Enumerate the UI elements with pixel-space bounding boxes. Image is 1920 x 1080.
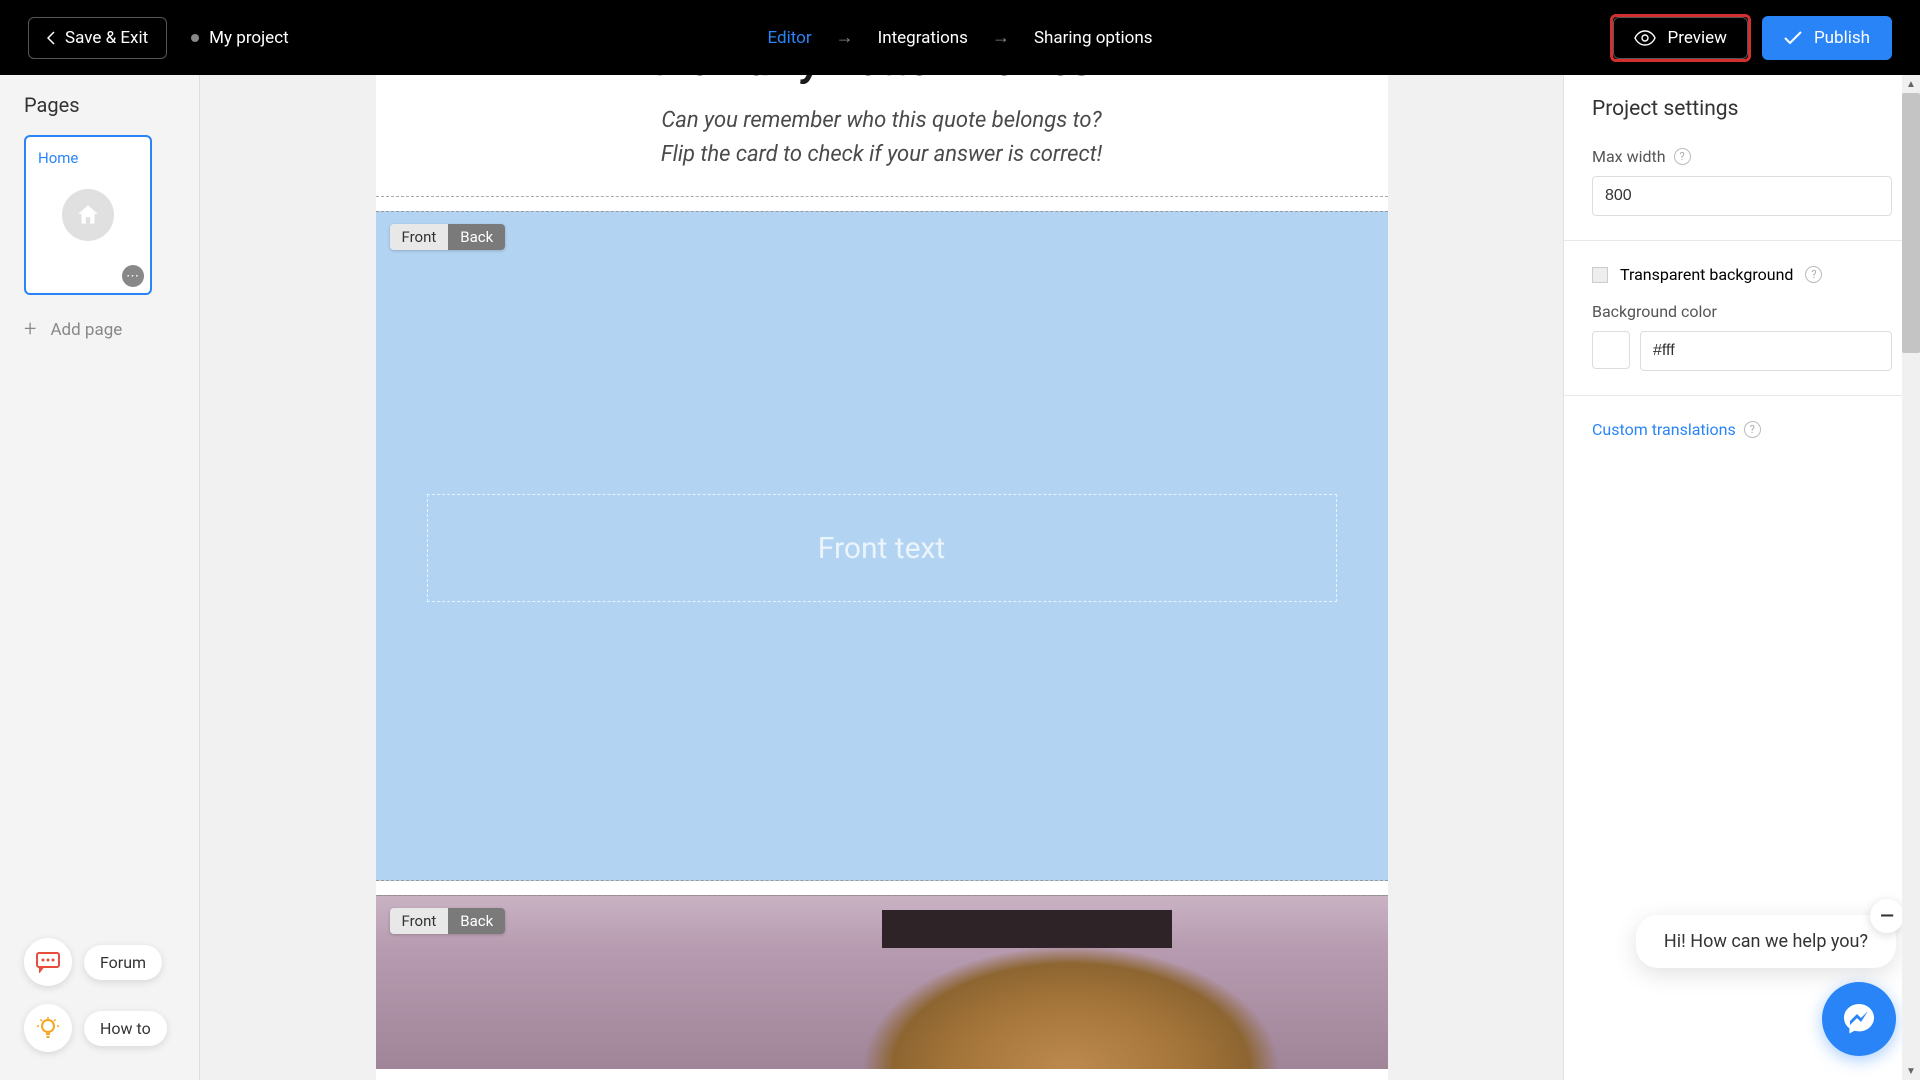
max-width-label: Max width ? (1592, 147, 1892, 166)
home-icon (62, 189, 114, 241)
save-exit-label: Save & Exit (65, 28, 148, 48)
chevron-left-icon (47, 31, 55, 45)
chat-minimize-button[interactable]: — (1870, 899, 1904, 933)
nav-editor[interactable]: Editor (768, 28, 812, 48)
divider (1564, 395, 1920, 396)
nav-integrations[interactable]: Integrations (878, 28, 968, 48)
transparent-bg-label: Transparent background (1620, 265, 1793, 284)
scroll-up-icon[interactable]: ▲ (1902, 75, 1920, 93)
top-navbar: Save & Exit My project Editor → Integrat… (0, 0, 1920, 75)
flip-card-block-2[interactable]: Front Back (376, 895, 1388, 1069)
right-actions: Preview Publish (1613, 16, 1892, 60)
chat-greeting-text: Hi! How can we help you? (1664, 931, 1868, 952)
subtitle-text[interactable]: Can you remember who this quote belongs … (376, 98, 1388, 196)
help-icon[interactable]: ? (1744, 421, 1761, 438)
add-page-button[interactable]: + Add page (24, 317, 175, 342)
forum-icon (24, 938, 72, 986)
bg-color-input[interactable] (1640, 331, 1892, 371)
chat-fab-button[interactable] (1822, 982, 1896, 1056)
plus-icon: + (24, 317, 36, 342)
check-icon (1784, 31, 1802, 45)
preview-label: Preview (1668, 28, 1727, 48)
heading-suffix: movies? (946, 75, 1114, 86)
divider (1564, 240, 1920, 241)
color-swatch[interactable] (1592, 331, 1630, 369)
tab-back[interactable]: Back (448, 908, 505, 934)
messenger-icon (1840, 1000, 1878, 1038)
scrollbar[interactable]: ▲ ▼ (1902, 75, 1920, 1080)
help-icon[interactable]: ? (1674, 148, 1691, 165)
section-divider (376, 196, 1388, 197)
card-image (376, 896, 1388, 1069)
arrow-right-icon: → (836, 27, 854, 48)
bg-color-label: Background color (1592, 302, 1892, 321)
settings-title: Project settings (1592, 97, 1892, 121)
save-exit-button[interactable]: Save & Exit (28, 17, 167, 59)
pages-sidebar: Pages Home ⋯ + Add page Forum How (0, 75, 200, 1080)
help-icon[interactable]: ? (1805, 266, 1822, 283)
publish-button[interactable]: Publish (1762, 16, 1892, 60)
tab-back[interactable]: Back (448, 224, 505, 250)
front-text-input[interactable]: Front text (427, 494, 1337, 602)
nav-sharing[interactable]: Sharing options (1034, 28, 1153, 48)
forum-label: Forum (84, 945, 162, 980)
forum-button[interactable]: Forum (24, 938, 167, 986)
preview-button[interactable]: Preview (1613, 17, 1748, 59)
page-more-button[interactable]: ⋯ (122, 265, 144, 287)
unsaved-dot-icon (191, 34, 199, 42)
transparent-bg-checkbox[interactable] (1592, 267, 1608, 283)
heading-italic: Harry Potter (721, 75, 946, 86)
heading-prefix: the (650, 75, 721, 86)
pages-title: Pages (24, 93, 175, 117)
help-buttons: Forum How to (24, 938, 167, 1052)
canvas-area[interactable]: the Harry Potter movies? Can you remembe… (200, 75, 1563, 1080)
heading-text[interactable]: the Harry Potter movies? (376, 75, 1388, 98)
tab-front[interactable]: Front (390, 908, 449, 934)
scroll-thumb[interactable] (1902, 93, 1920, 353)
publish-label: Publish (1814, 28, 1870, 48)
page-thumb-label: Home (38, 149, 138, 167)
lightbulb-icon (24, 1004, 72, 1052)
project-name[interactable]: My project (191, 28, 288, 48)
add-page-label: Add page (50, 320, 122, 340)
howto-button[interactable]: How to (24, 1004, 167, 1052)
settings-panel: Project settings Max width ? Transparent… (1563, 75, 1920, 1080)
subtitle-line1: Can you remember who this quote belongs … (376, 104, 1388, 138)
project-name-label: My project (209, 28, 288, 48)
chat-greeting-bubble[interactable]: Hi! How can we help you? — (1636, 915, 1896, 968)
project-canvas[interactable]: the Harry Potter movies? Can you remembe… (376, 75, 1388, 1080)
max-width-input[interactable] (1592, 176, 1892, 216)
scroll-down-icon[interactable]: ▼ (1902, 1062, 1920, 1080)
custom-translations-link[interactable]: Custom translations (1592, 420, 1736, 439)
front-text-placeholder: Front text (818, 531, 945, 566)
flip-card-block-1[interactable]: Front Back Front text (376, 211, 1388, 881)
card-tab-strip: Front Back (390, 908, 506, 934)
transparent-bg-row[interactable]: Transparent background ? (1592, 265, 1892, 284)
arrow-right-icon: → (992, 27, 1010, 48)
eye-icon (1634, 30, 1656, 46)
page-thumbnail-home[interactable]: Home ⋯ (24, 135, 152, 295)
card-tab-strip: Front Back (390, 224, 506, 250)
subtitle-line2: Flip the card to check if your answer is… (376, 138, 1388, 172)
center-nav: Editor → Integrations → Sharing options (768, 27, 1153, 48)
tab-front[interactable]: Front (390, 224, 449, 250)
howto-label: How to (84, 1011, 167, 1046)
